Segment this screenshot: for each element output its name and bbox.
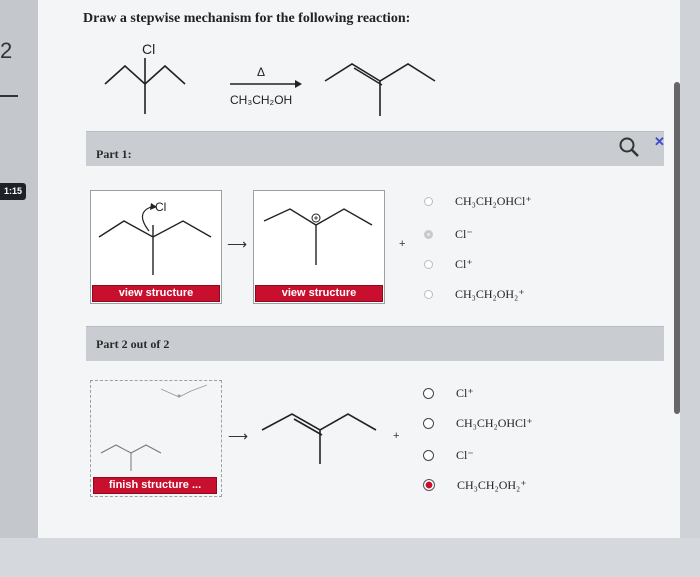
search-icon[interactable] <box>618 136 640 158</box>
left-panel-divider <box>0 95 18 97</box>
radio-button[interactable] <box>424 196 433 206</box>
part1-step-arrow: ⟶ <box>227 236 248 252</box>
radio-button[interactable] <box>423 417 434 429</box>
view-structure-button-1[interactable]: view structure <box>92 285 220 302</box>
part1-chloride-label: Cl <box>155 200 166 214</box>
question-title: Draw a stepwise mechanism for the follow… <box>83 11 411 26</box>
part2-option-2[interactable]: CH₃CH₂OHCl⁺ <box>423 413 533 433</box>
option-label: CH₃CH₂OH₂⁺ <box>457 477 527 492</box>
part2-label: Part 2 out of 2 <box>96 337 170 351</box>
view-structure-button-2[interactable]: view structure <box>255 285 383 302</box>
scrollbar[interactable] <box>674 82 680 414</box>
option-label: Cl⁺ <box>456 385 474 400</box>
product-structure <box>324 63 436 82</box>
option-label: CH₃CH₂OH₂⁺ <box>455 286 525 301</box>
option-label: CH₃CH₂OHCl⁺ <box>455 193 532 208</box>
part2-option-3[interactable]: Cl⁻ <box>423 445 474 465</box>
option-label: Cl⁻ <box>455 226 473 241</box>
part2-plus-sign: + <box>393 430 400 442</box>
part2-option-1[interactable]: Cl⁺ <box>423 383 474 403</box>
arrow-heat-label: Δ <box>257 65 265 79</box>
part1-option-1[interactable]: CH₃CH₂OHCl⁺ <box>424 191 532 211</box>
part1-option-2[interactable]: Cl⁻ <box>424 224 473 244</box>
radio-button[interactable] <box>423 387 434 399</box>
left-panel-number: 2 <box>0 38 13 63</box>
part1-option-4[interactable]: CH₃CH₂OH₂⁺ <box>424 284 525 304</box>
part2-header-bar <box>86 326 664 361</box>
reaction-scheme: Cl Δ CH₃CH₂OH <box>104 41 436 116</box>
part2-product-structure <box>261 413 377 464</box>
part2-option-4[interactable]: CH₃CH₂OH₂⁺ <box>423 475 527 495</box>
radio-button[interactable] <box>423 449 434 461</box>
reactant-chlorine-label: Cl <box>142 41 155 57</box>
part1-header-bar <box>86 131 664 166</box>
close-icon[interactable]: ✕ <box>654 134 665 150</box>
part1-label: Part 1: <box>96 147 132 161</box>
option-label: Cl⁻ <box>456 447 474 462</box>
part1-plus-sign: + <box>399 238 406 250</box>
part1-option-3[interactable]: Cl⁺ <box>424 254 473 274</box>
timer-badge: 1:15 <box>0 183 26 200</box>
radio-button[interactable] <box>424 289 433 299</box>
left-panel-strip <box>0 0 38 577</box>
bottom-navigation-bar <box>0 538 700 577</box>
finish-structure-button[interactable]: finish structure ... <box>93 477 217 494</box>
radio-button-selected[interactable] <box>424 229 433 239</box>
option-label: Cl⁺ <box>455 256 473 271</box>
option-label: CH₃CH₂OHCl⁺ <box>456 415 533 430</box>
radio-button-selected[interactable] <box>423 479 435 491</box>
radio-button[interactable] <box>424 259 433 269</box>
arrow-solvent-label: CH₃CH₂OH <box>230 93 292 107</box>
part2-step-arrow: ⟶ <box>228 428 249 444</box>
